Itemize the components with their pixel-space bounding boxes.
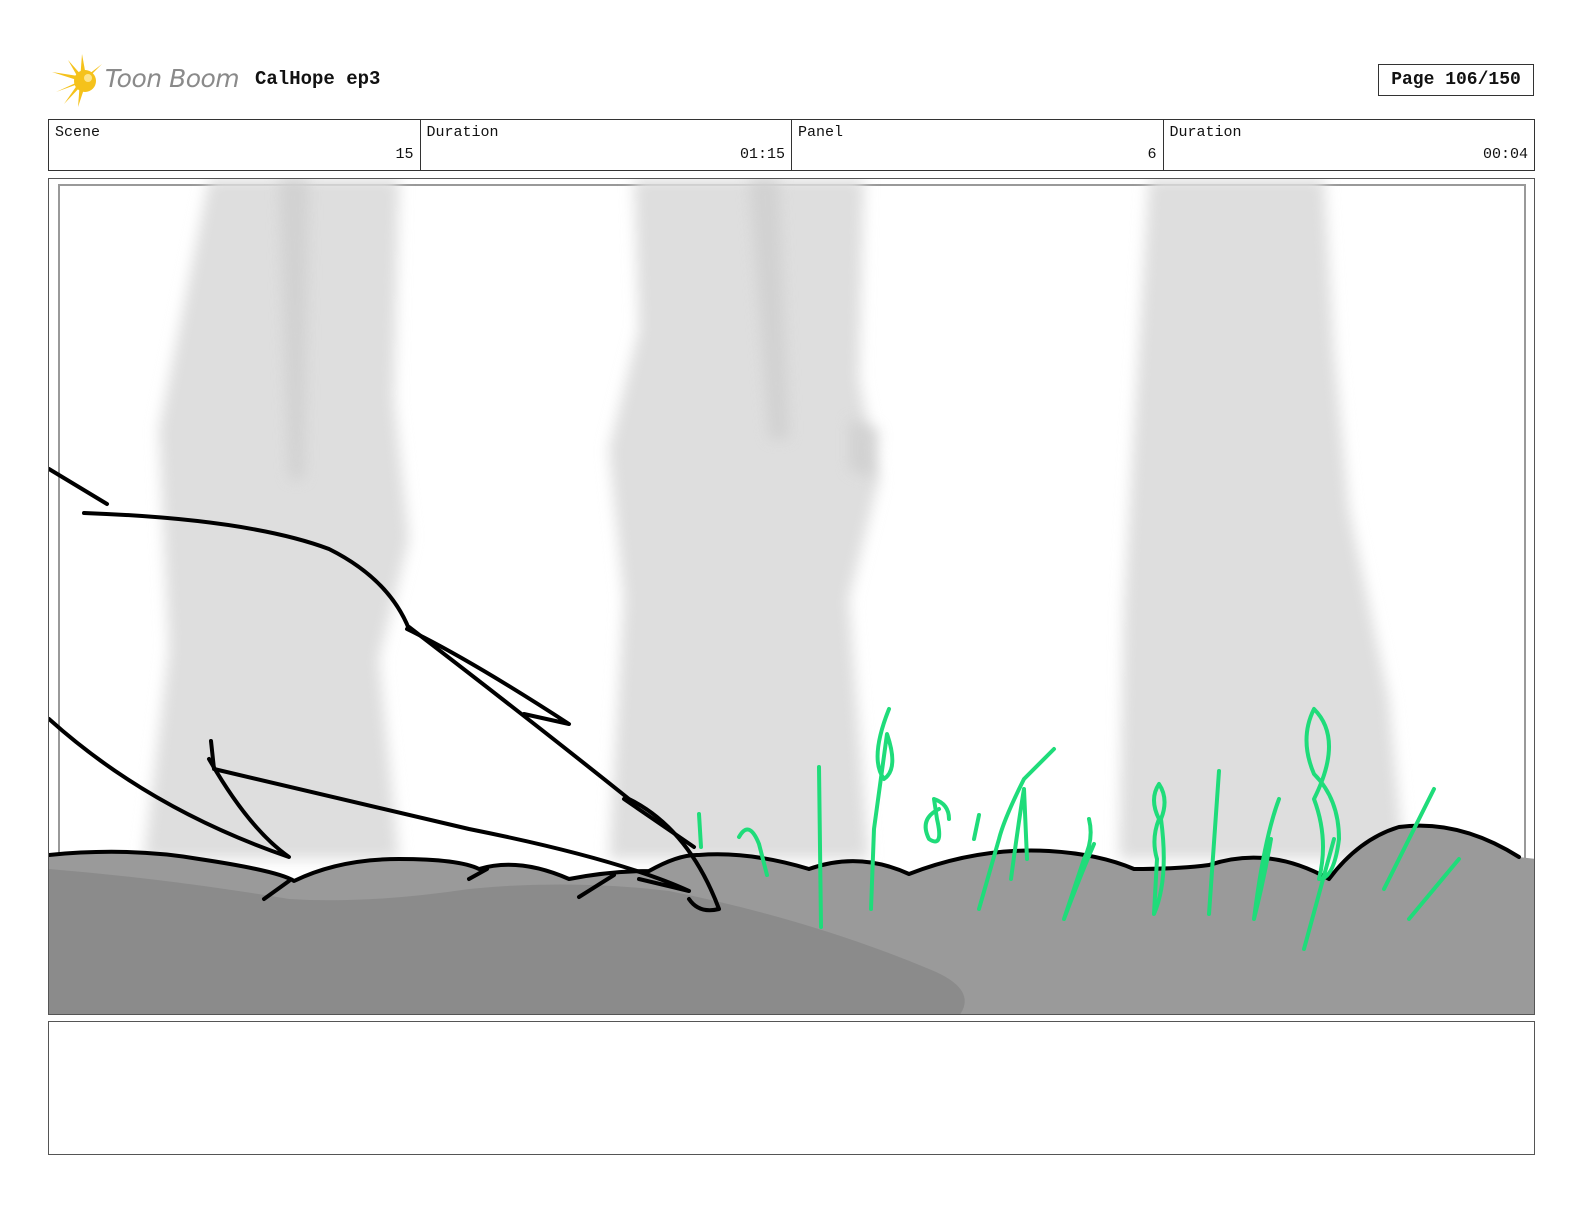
starburst-logo-icon xyxy=(52,54,102,107)
project-title: CalHope ep3 xyxy=(255,68,381,90)
toon-boom-logo: Toon Boom xyxy=(50,54,240,108)
panel-notes-box xyxy=(48,1021,1535,1155)
scene-duration-value: 01:15 xyxy=(739,146,785,163)
page-number: Page 106/150 xyxy=(1378,64,1534,96)
scene-cell: Scene 15 xyxy=(49,120,421,170)
panel-duration-value: 00:04 xyxy=(1482,146,1528,163)
panel-value: 6 xyxy=(1147,146,1157,163)
scene-label: Scene xyxy=(55,124,101,141)
scene-duration-label: Duration xyxy=(426,124,499,141)
logo-text: Toon Boom xyxy=(105,64,240,93)
panel-drawing xyxy=(49,179,1534,1014)
scene-value: 15 xyxy=(395,146,414,163)
panel-cell: Panel 6 xyxy=(792,120,1164,170)
storyboard-panel-image xyxy=(48,178,1535,1015)
scene-duration-cell: Duration 01:15 xyxy=(421,120,792,170)
panel-duration-cell: Duration 00:04 xyxy=(1164,120,1535,170)
panel-label: Panel xyxy=(798,124,844,141)
panel-duration-label: Duration xyxy=(1169,124,1242,141)
panel-info-row: Scene 15 Duration 01:15 Panel 6 Duration… xyxy=(48,119,1535,171)
